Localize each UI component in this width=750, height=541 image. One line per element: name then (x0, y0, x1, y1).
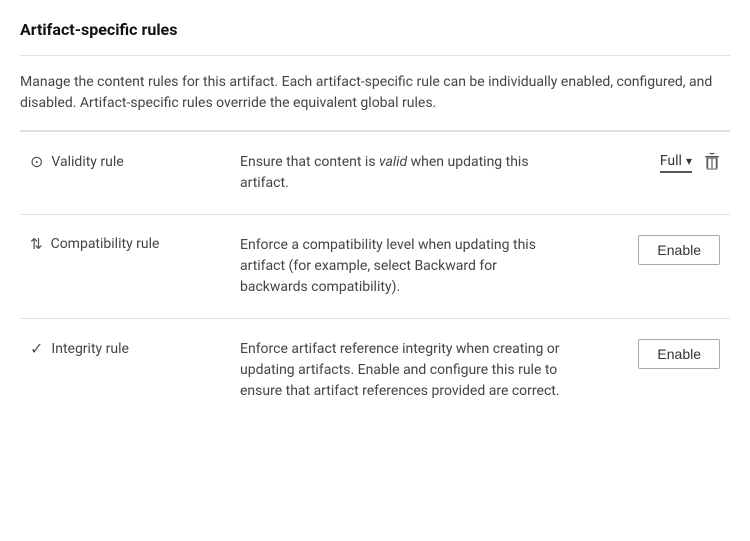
integrity-desc-text: Enforce artifact reference integrity whe… (240, 341, 560, 399)
validity-rule-name: ⊙ Validity rule (30, 152, 220, 171)
integrity-rule-name: ✓ Integrity rule (30, 339, 220, 358)
compatibility-rule-name: ⇅ Compatibility rule (30, 235, 220, 253)
validity-dropdown[interactable]: Full ▾ (660, 153, 692, 173)
chevron-down-icon: ▾ (686, 154, 692, 168)
compatibility-icon: ⇅ (30, 235, 43, 253)
validity-desc-before: Ensure that content is (240, 154, 379, 170)
integrity-description: Enforce artifact reference integrity whe… (230, 319, 570, 423)
validity-actions: Full ▾ (580, 152, 720, 174)
integrity-rule-row: ✓ Integrity rule Enforce artifact refere… (20, 319, 730, 423)
integrity-icon: ✓ (30, 339, 43, 358)
compatibility-desc-text: Enforce a compatibility level when updat… (240, 237, 536, 295)
validity-icon: ⊙ (30, 152, 43, 171)
validity-rule-row: ⊙ Validity rule Ensure that content is v… (20, 132, 730, 215)
page-title: Artifact-specific rules (20, 20, 730, 39)
validity-delete-icon[interactable] (704, 152, 720, 174)
rules-table: ⊙ Validity rule Ensure that content is v… (20, 131, 730, 422)
validity-description: Ensure that content is valid when updati… (230, 132, 570, 215)
compatibility-rule-row: ⇅ Compatibility rule Enforce a compatibi… (20, 215, 730, 319)
validity-dropdown-value: Full (660, 153, 682, 169)
validity-rule-label: Validity rule (51, 154, 123, 170)
integrity-enable-button[interactable]: Enable (638, 339, 720, 369)
compatibility-rule-label: Compatibility rule (51, 236, 160, 252)
validity-desc-italic: valid (379, 154, 407, 170)
page-container: Artifact-specific rules Manage the conte… (0, 0, 750, 442)
compatibility-enable-button[interactable]: Enable (638, 235, 720, 265)
integrity-actions: Enable (580, 339, 720, 369)
compatibility-actions: Enable (580, 235, 720, 265)
compatibility-description: Enforce a compatibility level when updat… (230, 215, 570, 319)
integrity-rule-label: Integrity rule (51, 341, 129, 357)
page-description: Manage the content rules for this artifa… (20, 56, 730, 130)
